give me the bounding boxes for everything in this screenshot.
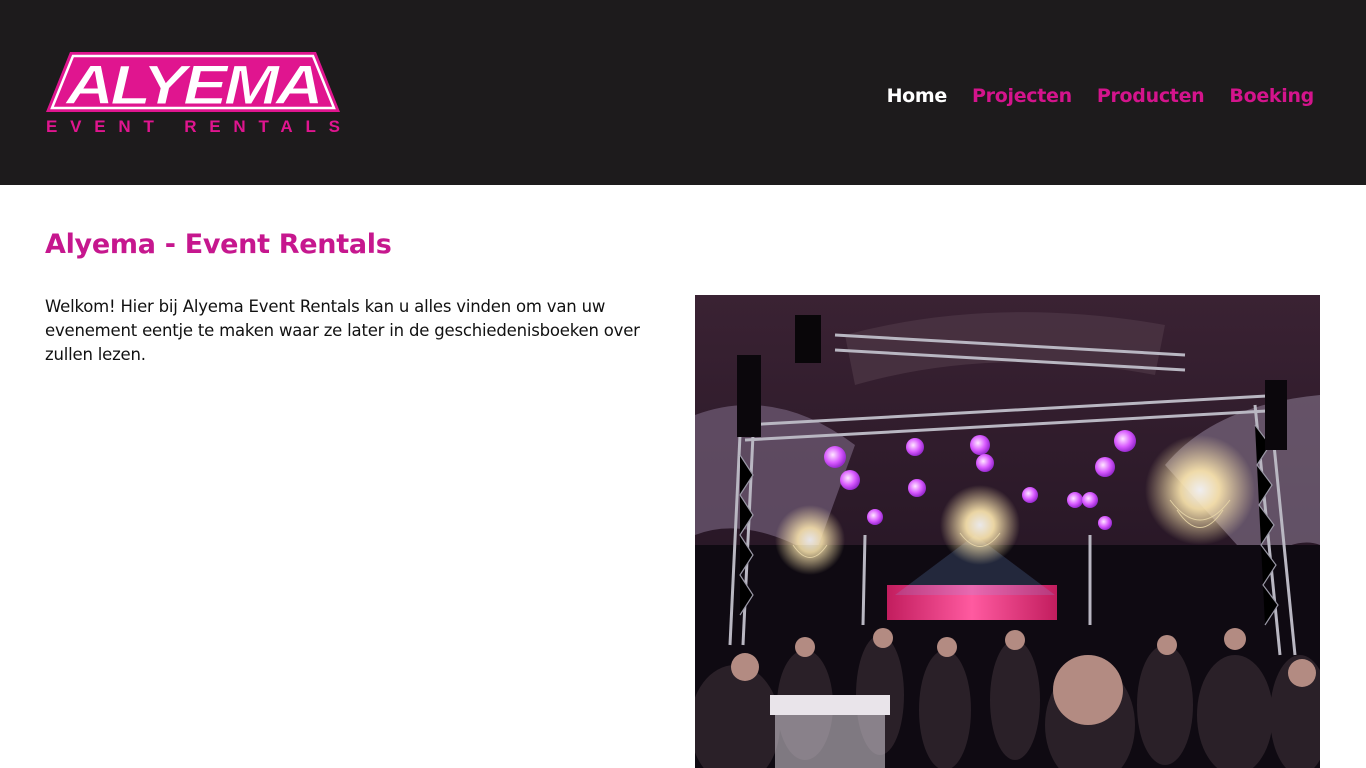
nav-boeking[interactable]: Boeking — [1229, 84, 1314, 108]
nav-home[interactable]: Home — [887, 84, 948, 108]
logo-tagline: EVENT RENTALS — [46, 117, 340, 136]
site-header: ALYEMA EVENT RENTALS Home Projecten Prod… — [0, 0, 1366, 185]
main-nav: Home Projecten Producten Boeking — [862, 84, 1315, 108]
logo-wordmark: ALYEMA — [64, 53, 320, 116]
nav-projecten[interactable]: Projecten — [972, 84, 1072, 108]
event-photo — [695, 295, 1320, 768]
nav-producten[interactable]: Producten — [1097, 84, 1205, 108]
event-stage-image — [695, 295, 1320, 768]
site-logo[interactable]: ALYEMA EVENT RENTALS — [44, 50, 342, 136]
main-content: Alyema - Event Rentals Welkom! Hier bij … — [0, 185, 1366, 768]
page-title: Alyema - Event Rentals — [45, 229, 392, 260]
alyema-logo-graphic: ALYEMA EVENT RENTALS — [46, 52, 340, 136]
intro-text: Welkom! Hier bij Alyema Event Rentals ka… — [45, 297, 640, 364]
